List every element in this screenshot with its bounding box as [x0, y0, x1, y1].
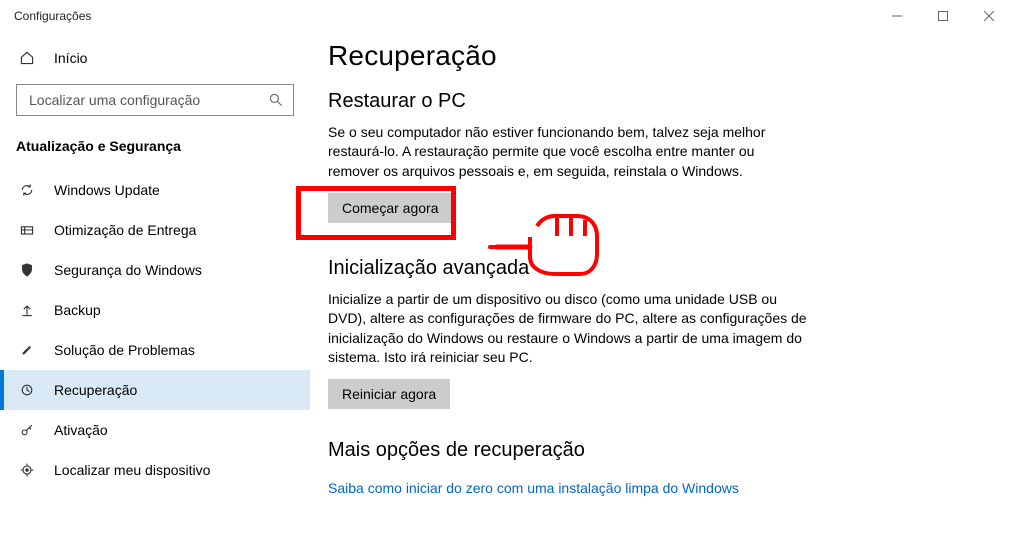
- shield-icon: [18, 261, 36, 279]
- sidebar-nav-list: Windows Update Otimização de Entrega Seg…: [0, 170, 310, 490]
- close-button[interactable]: [966, 0, 1012, 32]
- sidebar-item-label: Backup: [54, 302, 101, 318]
- reset-pc-title: Restaurar o PC: [328, 90, 984, 113]
- maximize-button[interactable]: [920, 0, 966, 32]
- sidebar-item-activation[interactable]: Ativação: [0, 410, 310, 450]
- recovery-icon: [18, 381, 36, 399]
- reset-pc-button[interactable]: Começar agora: [328, 193, 453, 223]
- wrench-icon: [18, 341, 36, 359]
- reset-pc-description: Se o seu computador não estiver funciona…: [328, 123, 808, 181]
- window-title: Configurações: [14, 9, 91, 23]
- sidebar-item-label: Localizar meu dispositivo: [54, 462, 210, 478]
- backup-icon: [18, 301, 36, 319]
- sidebar-item-windows-update[interactable]: Windows Update: [0, 170, 310, 210]
- sidebar-item-recovery[interactable]: Recuperação: [0, 370, 310, 410]
- page-title: Recuperação: [328, 40, 984, 72]
- sidebar-item-label: Segurança do Windows: [54, 262, 202, 278]
- window-controls: [874, 0, 1012, 32]
- search-icon: [267, 92, 285, 108]
- sidebar-home[interactable]: Início: [0, 38, 310, 78]
- window-titlebar: Configurações: [0, 0, 1024, 32]
- restart-now-button[interactable]: Reiniciar agora: [328, 379, 450, 409]
- sidebar-item-label: Recuperação: [54, 382, 137, 398]
- search-input[interactable]: [27, 91, 267, 109]
- sidebar-item-label: Solução de Problemas: [54, 342, 195, 358]
- settings-sidebar: Início Atualização e Segurança Windows U…: [0, 32, 310, 541]
- advanced-startup-title: Inicialização avançada: [328, 257, 984, 280]
- fresh-start-link[interactable]: Saiba como iniciar do zero com uma insta…: [328, 480, 739, 496]
- key-icon: [18, 421, 36, 439]
- sidebar-item-label: Windows Update: [54, 182, 160, 198]
- delivery-icon: [18, 221, 36, 239]
- sidebar-item-delivery-optimization[interactable]: Otimização de Entrega: [0, 210, 310, 250]
- sidebar-item-backup[interactable]: Backup: [0, 290, 310, 330]
- settings-content: Recuperação Restaurar o PC Se o seu comp…: [310, 32, 1024, 541]
- advanced-startup-description: Inicialize a partir de um dispositivo ou…: [328, 290, 808, 367]
- locate-icon: [18, 461, 36, 479]
- sidebar-category-label: Atualização e Segurança: [0, 130, 310, 170]
- sidebar-item-find-my-device[interactable]: Localizar meu dispositivo: [0, 450, 310, 490]
- sync-icon: [18, 181, 36, 199]
- sidebar-home-label: Início: [54, 50, 87, 66]
- sidebar-search[interactable]: [16, 84, 294, 116]
- sidebar-item-label: Otimização de Entrega: [54, 222, 196, 238]
- sidebar-item-label: Ativação: [54, 422, 108, 438]
- more-recovery-title: Mais opções de recuperação: [328, 439, 984, 462]
- home-icon: [18, 50, 36, 66]
- sidebar-item-windows-security[interactable]: Segurança do Windows: [0, 250, 310, 290]
- sidebar-item-troubleshoot[interactable]: Solução de Problemas: [0, 330, 310, 370]
- minimize-button[interactable]: [874, 0, 920, 32]
